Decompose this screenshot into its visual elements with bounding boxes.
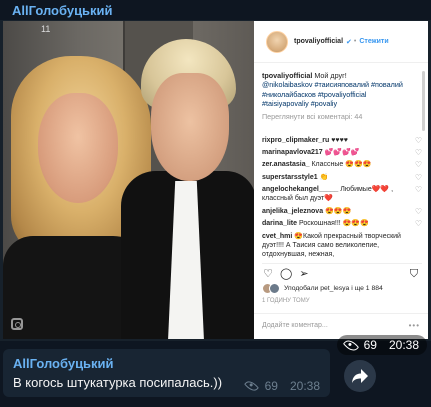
post-time-label: 20:38 (388, 338, 419, 352)
avatar (269, 283, 280, 294)
heart-icon[interactable]: ♡ (415, 173, 422, 182)
verified-icon: ✔ (346, 38, 352, 46)
comment-username[interactable]: cvet_hmi (262, 233, 292, 240)
list-item: anjelika_jeleznova 😍😍😍 ♡ (262, 207, 424, 219)
message-time: 20:38 (289, 379, 320, 393)
post-time: 1 годину тому (262, 298, 310, 304)
heart-icon[interactable]: ♡ (415, 185, 422, 194)
share-icon[interactable]: ➢ (298, 268, 310, 280)
comment-text: Роскошная!!! 😍😍😍 (298, 219, 369, 227)
message-author[interactable]: AllГолобуцький (13, 356, 114, 371)
view-count: 69 (264, 379, 278, 393)
instagram-actions: ♡ ◯ ➢ ⛉ (262, 263, 422, 280)
comment-icon[interactable]: ◯ (280, 268, 292, 280)
separator-dot: • (353, 38, 357, 45)
heart-icon[interactable]: ♡ (415, 160, 422, 169)
list-item: superstarsstyle1 👏 ♡ (262, 173, 424, 185)
message-bubble: AllГолобуцький В когось штукатурка посип… (3, 349, 330, 397)
instagram-username[interactable]: tpovaliyofficial (294, 38, 343, 45)
view-count: 69 (363, 338, 377, 352)
avatar[interactable] (266, 30, 288, 53)
heart-icon[interactable]: ♡ (415, 148, 422, 157)
more-options-icon[interactable]: ••• (409, 321, 420, 330)
comment-username[interactable]: rixpro_clipmaker_ru (262, 137, 329, 144)
heart-icon[interactable]: ♡ (262, 268, 274, 280)
forward-arrow-icon (352, 369, 368, 383)
post-photo[interactable]: 11 (3, 21, 254, 339)
comment-text: 💕💕💕💕 (324, 149, 360, 157)
message-meta: 69 20:38 (243, 378, 320, 394)
photo-door-number: 11 (41, 24, 51, 34)
instagram-caption: tpovaliyofficial Мой друг! @nikolaibasko… (262, 71, 414, 121)
caption-text: Мой друг! (314, 71, 347, 80)
eye-icon (243, 378, 259, 394)
caption-tags[interactable]: @nikolaibaskov #таисияповалий #повалий #… (262, 80, 414, 108)
heart-icon[interactable]: ♡ (415, 136, 422, 145)
comment-username[interactable]: angelochekangel_____ (262, 186, 338, 193)
instagram-panel: tpovaliyofficial ✔ • Стежити tpovaliyoff… (254, 21, 428, 339)
comment-username[interactable]: superstarsstyle1 (262, 174, 318, 181)
comment-text: 😍😍😍 (325, 207, 352, 215)
list-item: darina_lite Роскошная!!! 😍😍😍 ♡ (262, 219, 424, 231)
list-item: zer.anastasia_ Классные 😍😍😍 ♡ (262, 160, 424, 172)
share-button[interactable] (344, 360, 376, 392)
comment-username[interactable]: darina_lite (262, 220, 297, 227)
view-all-comments-link[interactable]: Переглянути всі коментарі: 44 (262, 112, 414, 121)
list-item: angelochekangel_____ Любимые❤️❤️ , класс… (262, 185, 424, 207)
instagram-header: tpovaliyofficial ✔ • Стежити (254, 21, 428, 63)
list-item: cvet_hmi 😍Какой прекрасный творческий ду… (262, 232, 424, 261)
bookmark-icon[interactable]: ⛉ (408, 268, 420, 280)
follow-button[interactable]: Стежити (359, 38, 388, 45)
comment-list: rixpro_clipmaker_ru ♥♥♥♥ ♡ marinapavlova2… (262, 136, 424, 261)
comment-text: ♥♥♥♥ (331, 137, 348, 144)
comments-scrollbar[interactable] (422, 71, 425, 131)
list-item: marinapavlova217 💕💕💕💕 ♡ (262, 148, 424, 160)
list-item: rixpro_clipmaker_ru ♥♥♥♥ ♡ (262, 136, 424, 148)
man-face (151, 73, 229, 181)
likes-text[interactable]: Уподобали pet_lesya і ще 1 884 (284, 285, 383, 292)
channel-title[interactable]: AllГолобуцький (12, 3, 113, 18)
post-meta: 69 20:38 (337, 335, 427, 355)
comment-username[interactable]: anjelika_jeleznova (262, 208, 323, 215)
woman-face (38, 93, 118, 203)
comment-username[interactable]: zer.anastasia_ (262, 161, 309, 168)
caption-username[interactable]: tpovaliyofficial (262, 71, 312, 80)
message-text: В когось штукатурка посипалась.)) (13, 375, 223, 390)
heart-icon[interactable]: ♡ (415, 219, 422, 228)
likes-row: Уподобали pet_lesya і ще 1 884 (262, 283, 383, 294)
heart-icon[interactable]: ♡ (415, 207, 422, 216)
instagram-watermark-icon (11, 318, 23, 330)
eye-icon (342, 336, 359, 354)
comment-text: Классные 😍😍😍 (311, 161, 372, 169)
comment-text: 👏 (319, 173, 329, 181)
comment-username[interactable]: marinapavlova217 (262, 149, 323, 156)
forwarded-post: 11 tpovaliyofficial ✔ • Стежити tpovaliy… (0, 20, 431, 355)
